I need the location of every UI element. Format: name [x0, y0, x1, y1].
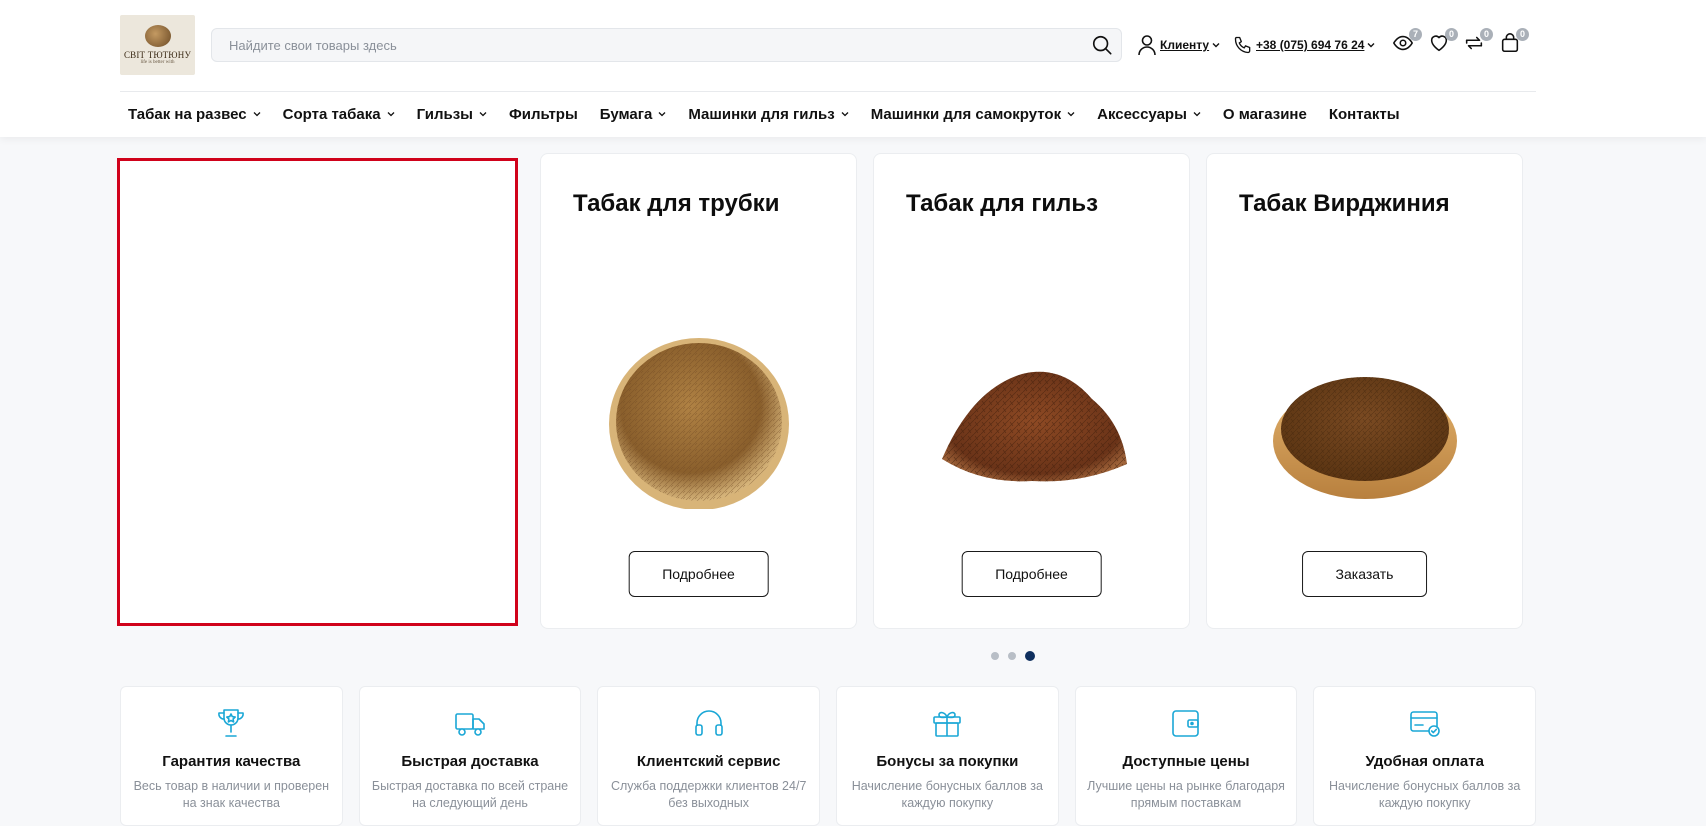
chevron-down-icon [658, 112, 666, 117]
feature-card: Гарантия качества Весь товар в наличии и… [120, 686, 343, 826]
feature-desc: Начисление бонусных баллов за каждую пок… [1329, 779, 1521, 810]
chevron-down-icon [1193, 112, 1201, 117]
nav-item-label: О магазине [1222, 105, 1307, 123]
nav-item-label: Фильтры [508, 105, 578, 123]
pipe-tobacco-bowl-image [608, 338, 789, 509]
feature-card: Доступные цены Лучшие цены на рынке благ… [1074, 686, 1298, 826]
nav-item-label: Сорта табака [282, 105, 381, 123]
slide-card: Табак Вирджиния Заказать [1206, 153, 1523, 629]
loose-tobacco-pile-image [941, 371, 1127, 482]
search-icon[interactable] [1091, 34, 1113, 56]
slide-card: Табак для гильз Подробнее [873, 153, 1190, 629]
nav-item-label: Контакты [1328, 105, 1400, 123]
feature-title: Бонусы за покупки [876, 753, 1019, 770]
nav-item-tobacco-varieties[interactable]: Сорта табака [283, 106, 395, 123]
nav-item-label: Бумага [599, 105, 653, 123]
account-label: Клиенту [1160, 38, 1210, 52]
blank-banner-card [117, 158, 518, 626]
user-icon [1138, 35, 1156, 56]
nav-item-tubes[interactable]: Гильзы [417, 106, 487, 123]
feature-desc: Быстрая доставка по всей стране на следу… [371, 779, 569, 810]
nav-item-about[interactable]: О магазине [1223, 106, 1307, 123]
phone-icon [1234, 36, 1251, 54]
card-check-icon [1409, 711, 1440, 737]
slider-dot[interactable] [991, 652, 999, 660]
main-nav: Табак на развес Сорта табака Гильзы Филь… [120, 103, 1422, 125]
virginia-tobacco-bowl-image [1272, 377, 1457, 499]
chevron-down-icon [1367, 43, 1375, 48]
compare-button[interactable]: 0 [1463, 28, 1493, 58]
logo-text: СВІТ ТЮТЮНУ [123, 49, 192, 60]
search-bar [211, 28, 1122, 62]
headphones-icon [694, 710, 723, 736]
nav-item-label: Машинки для самокруток [870, 105, 1062, 123]
nav-item-label: Табак на развес [128, 105, 247, 123]
slider-pagination [991, 651, 1035, 661]
features-row: Гарантия качества Весь товар в наличии и… [120, 686, 1537, 826]
header-divider [120, 91, 1536, 92]
slide-details-button[interactable]: Подробнее [628, 551, 769, 597]
feature-title: Клиентский сервис [636, 753, 781, 770]
nav-item-label: Аксессуары [1097, 105, 1187, 123]
truck-icon [455, 713, 485, 736]
feature-card: Быстрая доставка Быстрая доставка по все… [358, 686, 582, 826]
chevron-down-icon [1067, 112, 1075, 117]
slide-order-button[interactable]: Заказать [1301, 551, 1428, 597]
slide-card: Табак для трубки Подробнее [540, 153, 857, 629]
nav-item-accessories[interactable]: Аксессуары [1097, 106, 1201, 123]
phone-number: +38 (075) 694 76 24 [1256, 38, 1365, 52]
feature-title: Доступные цены [1122, 753, 1250, 770]
nav-item-label: Машинки для гильз [688, 105, 835, 123]
chevron-down-icon [253, 112, 261, 117]
feature-card: Бонусы за покупки Начисление бонусных ба… [836, 686, 1059, 826]
cart-button[interactable]: 0 [1499, 28, 1529, 58]
wishlist-count-badge: 0 [1445, 28, 1458, 41]
feature-desc: Начисление бонусных баллов за каждую пок… [851, 779, 1043, 810]
slide-title: Табак Вирджиния [1239, 190, 1450, 217]
feature-title: Гарантия качества [162, 753, 301, 770]
feature-desc: Весь товар в наличии и проверен на знак … [133, 779, 330, 810]
feature-desc: Служба поддержки клиентов 24/7 без выход… [610, 779, 807, 810]
slider-dot-active[interactable] [1025, 651, 1035, 661]
logo-tagline: life is better with [140, 59, 175, 65]
cart-count-badge: 0 [1516, 28, 1529, 41]
viewed-button[interactable]: 7 [1392, 28, 1422, 58]
nav-item-tobacco-loose[interactable]: Табак на развес [120, 106, 261, 123]
wishlist-button[interactable]: 0 [1428, 28, 1458, 58]
phone-menu[interactable]: +38 (075) 694 76 24 [1233, 33, 1375, 57]
nav-item-filters[interactable]: Фильтры [509, 106, 578, 123]
compare-count-badge: 0 [1480, 28, 1493, 41]
account-menu[interactable]: Клиенту [1137, 33, 1220, 57]
slider-dot[interactable] [1008, 652, 1016, 660]
feature-card: Клиентский сервис Служба поддержки клиен… [597, 686, 821, 826]
wallet-icon [1172, 710, 1199, 737]
chevron-down-icon [387, 112, 395, 117]
chevron-down-icon [841, 112, 849, 117]
logo[interactable]: СВІТ ТЮТЮНУ life is better with [120, 15, 195, 75]
trophy-icon [218, 709, 245, 737]
slide-title: Табак для трубки [573, 190, 780, 217]
nav-item-tube-machines[interactable]: Машинки для гильз [688, 105, 849, 123]
nav-item-paper[interactable]: Бумага [600, 106, 667, 123]
slide-details-button[interactable]: Подробнее [961, 551, 1102, 597]
gift-icon [933, 711, 962, 737]
viewed-count-badge: 7 [1409, 28, 1422, 41]
nav-item-rolling-machines[interactable]: Машинки для самокруток [871, 106, 1075, 123]
chevron-down-icon [479, 112, 487, 117]
feature-card: Удобная оплата Начисление бонусных балло… [1313, 686, 1537, 826]
chevron-down-icon [1212, 43, 1220, 48]
search-input[interactable] [212, 29, 1062, 61]
nav-item-contacts[interactable]: Контакты [1329, 106, 1400, 123]
site-header: СВІТ ТЮТЮНУ life is better with Клиенту … [0, 0, 1706, 137]
logo-emblem-icon [144, 24, 171, 47]
nav-item-label: Гильзы [416, 105, 473, 123]
slide-title: Табак для гильз [906, 190, 1099, 217]
feature-title: Удобная оплата [1365, 753, 1484, 770]
feature-desc: Лучшие цены на рынке благодаря прямым по… [1087, 779, 1285, 810]
feature-title: Быстрая доставка [401, 753, 539, 770]
